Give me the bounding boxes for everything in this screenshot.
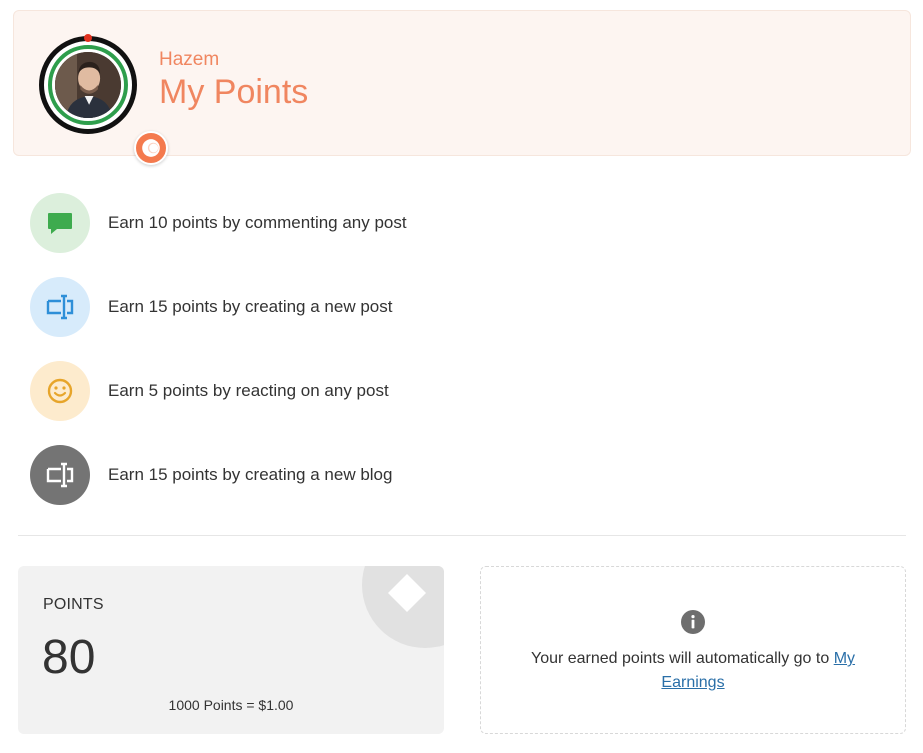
- points-value: 80: [42, 631, 96, 684]
- earn-item-comment: Earn 10 points by commenting any post: [30, 193, 630, 253]
- diamond-icon: [388, 574, 426, 612]
- avatar-photo: [55, 52, 121, 118]
- earn-item-label: Earn 15 points by creating a new post: [108, 297, 393, 316]
- earnings-info-message: Your earned points will automatically go…: [530, 650, 830, 667]
- earn-item-react: Earn 5 points by reacting on any post: [30, 361, 630, 421]
- earn-item-label: Earn 5 points by reacting on any post: [108, 381, 389, 400]
- points-conversion-rate: 1000 Points = $1.00: [168, 697, 294, 713]
- text-cursor-icon: [30, 445, 90, 505]
- person-photo-icon: [55, 52, 121, 118]
- page-title: My Points: [159, 73, 309, 111]
- points-card: POINTS 80 1000 Points = $1.00: [18, 566, 444, 734]
- earn-item-post: Earn 15 points by creating a new post: [30, 277, 630, 337]
- info-icon: [681, 610, 705, 634]
- comment-icon: [30, 193, 90, 253]
- smiley-icon: [30, 361, 90, 421]
- earn-item-label: Earn 15 points by creating a new blog: [108, 465, 393, 484]
- avatar[interactable]: [39, 34, 168, 165]
- points-header: Hazem My Points: [13, 10, 911, 165]
- section-divider: [18, 535, 906, 536]
- earn-item-label: Earn 10 points by commenting any post: [108, 213, 407, 232]
- avatar-frame: [48, 45, 128, 125]
- points-badge-icon: [134, 131, 168, 165]
- earnings-info-card: Your earned points will automatically go…: [480, 566, 906, 734]
- earn-item-blog: Earn 15 points by creating a new blog: [30, 445, 630, 505]
- earnings-info-text: Your earned points will automatically go…: [481, 647, 905, 695]
- user-name: Hazem: [159, 49, 220, 70]
- points-card-decoration: [362, 566, 444, 648]
- story-indicator: [84, 34, 92, 42]
- text-cursor-icon: [30, 277, 90, 337]
- points-heading: POINTS: [43, 596, 104, 613]
